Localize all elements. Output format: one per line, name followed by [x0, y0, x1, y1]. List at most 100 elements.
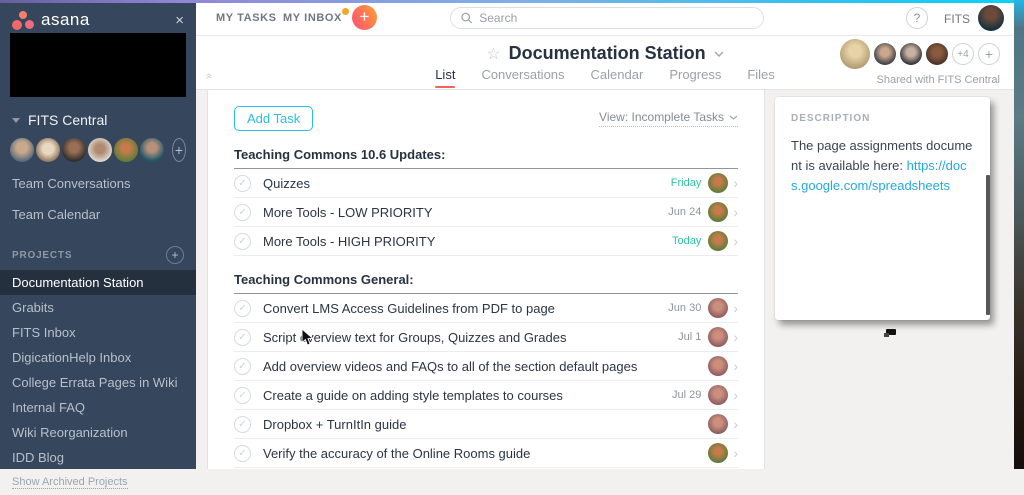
- assignee-avatar[interactable]: [708, 414, 728, 434]
- row-chevron-icon[interactable]: ›: [733, 446, 738, 460]
- due-date: Jun 24: [668, 206, 701, 218]
- complete-check-icon[interactable]: ✓: [234, 204, 251, 221]
- assignee-avatar[interactable]: [708, 443, 728, 463]
- complete-check-icon[interactable]: ✓: [234, 445, 251, 462]
- view-filter-dropdown[interactable]: View: Incomplete Tasks: [599, 110, 738, 127]
- sidebar-project-item[interactable]: Internal FAQ: [0, 395, 196, 420]
- add-member-button[interactable]: +: [978, 43, 1000, 65]
- sidebar-project-item[interactable]: Wiki Reorganization: [0, 420, 196, 445]
- row-chevron-icon[interactable]: ›: [733, 417, 738, 431]
- task-row[interactable]: ✓ Create a guide on adding style templat…: [234, 381, 738, 410]
- complete-check-icon[interactable]: ✓: [234, 358, 251, 375]
- task-row[interactable]: ✓ Dropbox + TurnItIn guide ›: [234, 410, 738, 439]
- sidebar-project-item[interactable]: DigicationHelp Inbox: [0, 345, 196, 370]
- help-button[interactable]: ?: [906, 7, 928, 29]
- tab-files[interactable]: Files: [747, 67, 774, 82]
- task-name[interactable]: Create a guide on adding style templates…: [263, 388, 672, 403]
- complete-check-icon[interactable]: ✓: [234, 387, 251, 404]
- task-name[interactable]: Script overview text for Groups, Quizzes…: [263, 330, 678, 345]
- row-chevron-icon[interactable]: ›: [733, 205, 738, 219]
- complete-check-icon[interactable]: ✓: [234, 416, 251, 433]
- sidebar-project-item[interactable]: FITS Inbox: [0, 320, 196, 345]
- complete-check-icon[interactable]: ✓: [234, 300, 251, 317]
- row-chevron-icon[interactable]: ›: [733, 234, 738, 248]
- task-name[interactable]: Dropbox + TurnItIn guide: [263, 417, 701, 432]
- member-avatar[interactable]: [900, 43, 922, 65]
- sidebar-project-item[interactable]: College Errata Pages in Wiki: [0, 370, 196, 395]
- main-content: Add Task View: Incomplete Tasks Teaching…: [196, 90, 1014, 469]
- complete-check-icon[interactable]: ✓: [234, 175, 251, 192]
- sidebar-project-item[interactable]: Documentation Station: [0, 270, 196, 295]
- assignee-avatar[interactable]: [708, 202, 728, 222]
- assignee-avatar[interactable]: [708, 231, 728, 251]
- task-row[interactable]: ✓ Verify the accuracy of the Online Room…: [234, 439, 738, 468]
- collapse-header-icon[interactable]: »: [203, 73, 215, 79]
- task-row[interactable]: ✓ Convert LMS Access Guidelines from PDF…: [234, 294, 738, 323]
- assignee-avatar[interactable]: [708, 327, 728, 347]
- member-avatar[interactable]: [874, 43, 896, 65]
- tab-list[interactable]: List: [435, 67, 455, 82]
- row-chevron-icon[interactable]: ›: [733, 301, 738, 315]
- add-task-button[interactable]: Add Task: [234, 106, 313, 131]
- task-sections: Teaching Commons 10.6 Updates: ✓ Quizzes…: [234, 131, 738, 468]
- task-name[interactable]: Convert LMS Access Guidelines from PDF t…: [263, 301, 668, 316]
- assignee-avatar[interactable]: [708, 385, 728, 405]
- row-chevron-icon[interactable]: ›: [733, 359, 738, 373]
- page-title: Documentation Station: [509, 43, 706, 64]
- complete-check-icon[interactable]: ✓: [234, 329, 251, 346]
- avatar[interactable]: [140, 138, 164, 162]
- member-overflow-count[interactable]: +4: [952, 43, 974, 65]
- tab-calendar[interactable]: Calendar: [591, 67, 644, 82]
- avatar[interactable]: [88, 138, 112, 162]
- nav-my-tasks[interactable]: MY TASKS: [216, 12, 277, 24]
- user-avatar[interactable]: [978, 5, 1004, 31]
- team-name[interactable]: FITS Central: [4, 108, 196, 132]
- task-row[interactable]: ✓ Quizzes Friday ›: [234, 169, 738, 198]
- member-avatar[interactable]: [840, 39, 870, 69]
- assignee-avatar[interactable]: [708, 298, 728, 318]
- row-chevron-icon[interactable]: ›: [733, 330, 738, 344]
- assignee-avatar[interactable]: [708, 356, 728, 376]
- projects-list: Documentation Station Grabits FITS Inbox…: [0, 270, 196, 470]
- sidebar-item-team-conversations[interactable]: Team Conversations: [0, 168, 196, 199]
- show-archived-projects-link[interactable]: Show Archived Projects: [12, 476, 128, 489]
- task-row[interactable]: ✓ More Tools - HIGH PRIORITY Today ›: [234, 227, 738, 256]
- task-name[interactable]: More Tools - LOW PRIORITY: [263, 205, 668, 220]
- new-task-button[interactable]: +: [352, 5, 377, 30]
- task-name[interactable]: Verify the accuracy of the Online Rooms …: [263, 446, 701, 461]
- row-chevron-icon[interactable]: ›: [733, 388, 738, 402]
- task-name[interactable]: Quizzes: [263, 176, 671, 191]
- avatar[interactable]: [62, 138, 86, 162]
- task-list-panel: Add Task View: Incomplete Tasks Teaching…: [207, 90, 765, 469]
- sidebar-project-item[interactable]: Grabits: [0, 295, 196, 320]
- avatar[interactable]: [36, 138, 60, 162]
- task-name[interactable]: More Tools - HIGH PRIORITY: [263, 234, 672, 249]
- sidebar-project-item[interactable]: IDD Blog: [0, 445, 196, 470]
- row-chevron-icon[interactable]: ›: [733, 176, 738, 190]
- complete-check-icon[interactable]: ✓: [234, 233, 251, 250]
- close-icon[interactable]: ×: [175, 12, 184, 29]
- mouse-cursor: [301, 328, 314, 347]
- task-row[interactable]: ✓ More Tools - LOW PRIORITY Jun 24 ›: [234, 198, 738, 227]
- search-box[interactable]: [450, 7, 764, 29]
- task-row[interactable]: ✓ Add overview videos and FAQs to all of…: [234, 352, 738, 381]
- sidebar-item-team-calendar[interactable]: Team Calendar: [0, 199, 196, 230]
- nav-my-inbox[interactable]: MY INBOX: [283, 12, 342, 24]
- workspace-label[interactable]: FITS: [944, 12, 970, 26]
- avatar[interactable]: [10, 138, 34, 162]
- title-chevron-down-icon[interactable]: [714, 51, 724, 57]
- member-avatar[interactable]: [926, 43, 948, 65]
- tab-progress[interactable]: Progress: [669, 67, 721, 82]
- shared-with-label: Shared with FITS Central: [877, 74, 1001, 86]
- add-project-button[interactable]: +: [166, 246, 184, 264]
- assignee-avatar[interactable]: [708, 173, 728, 193]
- asana-logo[interactable]: asana: [12, 10, 175, 30]
- scrollbar-thumb[interactable]: [986, 175, 990, 315]
- favorite-star-icon[interactable]: ☆: [486, 44, 500, 64]
- add-member-button[interactable]: +: [172, 138, 186, 162]
- avatar[interactable]: [114, 138, 138, 162]
- search-input[interactable]: [479, 11, 753, 25]
- tab-conversations[interactable]: Conversations: [481, 67, 564, 82]
- chevron-down-icon: [729, 115, 738, 120]
- task-name[interactable]: Add overview videos and FAQs to all of t…: [263, 359, 701, 374]
